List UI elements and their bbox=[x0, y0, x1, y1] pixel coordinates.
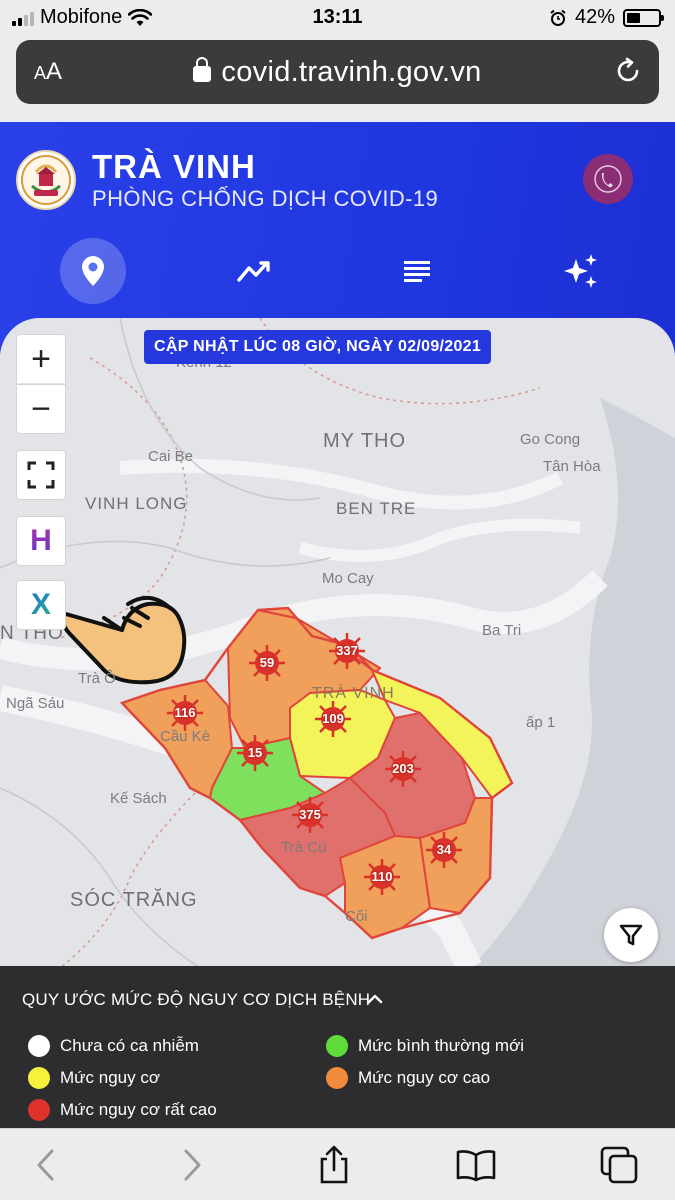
case-marker[interactable]: 337 bbox=[328, 632, 366, 670]
chevron-left-icon bbox=[37, 1149, 54, 1181]
legend-dot-yellow bbox=[28, 1067, 50, 1089]
app-title: TRÀ VINH bbox=[92, 148, 256, 185]
legend-label: Mức nguy cơ rất cao bbox=[60, 1100, 217, 1119]
app-subtitle: PHÒNG CHỐNG DỊCH COVID-19 bbox=[92, 186, 439, 211]
legend-item: Mức nguy cơ cao bbox=[326, 1067, 490, 1089]
place-label: Ba Tri bbox=[482, 622, 522, 639]
place-label: Trà Ô bbox=[78, 670, 116, 687]
chevron-right-icon bbox=[184, 1149, 201, 1181]
h-layer-button[interactable]: H bbox=[16, 516, 66, 566]
back-button[interactable] bbox=[24, 1143, 68, 1187]
trend-chart-icon bbox=[237, 261, 270, 282]
legend-dot-red bbox=[28, 1099, 50, 1121]
tab-news[interactable] bbox=[548, 238, 614, 304]
share-icon bbox=[320, 1145, 348, 1184]
legend-dot-white bbox=[28, 1035, 50, 1057]
address-bar[interactable]: AA covid.travinh.gov.vn bbox=[16, 40, 659, 104]
case-marker[interactable]: 116 bbox=[166, 694, 204, 732]
place-label: ấp 1 bbox=[526, 714, 556, 731]
filter-funnel-icon bbox=[619, 924, 643, 946]
place-label: Ngã Sáu bbox=[6, 695, 65, 712]
place-label: SÓC TRĂNG bbox=[70, 889, 198, 911]
tab-trend[interactable] bbox=[222, 238, 288, 304]
case-marker[interactable]: 109 bbox=[314, 700, 352, 738]
legend-dot-orange bbox=[326, 1067, 348, 1089]
legend-label: Mức bình thường mới bbox=[358, 1036, 524, 1055]
case-marker[interactable]: 375 bbox=[291, 796, 329, 834]
location-pin-icon bbox=[82, 256, 104, 286]
phone-icon bbox=[594, 165, 622, 193]
filter-button[interactable] bbox=[604, 908, 658, 962]
open-book-icon bbox=[456, 1150, 496, 1182]
legend-item: Chưa có ca nhiễm bbox=[28, 1035, 199, 1057]
case-marker[interactable]: 110 bbox=[363, 858, 401, 896]
share-button[interactable] bbox=[312, 1143, 356, 1187]
browser-address-area: AA covid.travinh.gov.vn bbox=[0, 34, 675, 122]
legend-item: Mức nguy cơ bbox=[28, 1067, 160, 1089]
place-label: Kế Sách bbox=[110, 790, 167, 807]
legend-item: Mức nguy cơ rất cao bbox=[28, 1099, 217, 1121]
tabs-button[interactable] bbox=[597, 1143, 641, 1187]
status-bar: Mobifone 13:11 42% bbox=[0, 0, 675, 34]
browser-toolbar bbox=[0, 1128, 675, 1200]
tab-list[interactable] bbox=[384, 238, 450, 304]
legend-title: QUY ƯỚC MỨC ĐỘ NGUY CƠ DỊCH BỆNH bbox=[22, 990, 371, 1009]
url-text: covid.travinh.gov.vn bbox=[221, 56, 482, 88]
status-right: 42% bbox=[549, 6, 664, 29]
tab-map[interactable] bbox=[60, 238, 126, 304]
place-label: BEN TRE bbox=[336, 499, 417, 518]
lock-icon bbox=[193, 57, 212, 82]
alarm-clock-icon bbox=[550, 9, 566, 26]
place-label: Tân Hòa bbox=[543, 458, 601, 475]
legend-dot-green bbox=[326, 1035, 348, 1057]
x-layer-button[interactable]: X bbox=[16, 580, 66, 630]
zoom-in-button[interactable]: + bbox=[16, 334, 66, 384]
fullscreen-button[interactable] bbox=[16, 450, 66, 500]
risk-map[interactable]: Kênh 12 MY THO Go Cong Tân Hòa Cai Be VI… bbox=[0, 318, 675, 968]
legend-label: Mức nguy cơ cao bbox=[358, 1068, 491, 1087]
place-label: Trà Cú bbox=[281, 839, 327, 856]
risk-legend: QUY ƯỚC MỨC ĐỘ NGUY CƠ DỊCH BỆNH Chưa có… bbox=[0, 966, 675, 1128]
place-label: MY THO bbox=[323, 430, 407, 452]
case-marker[interactable]: 59 bbox=[248, 644, 286, 682]
url-display[interactable]: covid.travinh.gov.vn bbox=[16, 56, 659, 89]
fullscreen-icon bbox=[27, 461, 55, 489]
legend-label: Mức nguy cơ bbox=[60, 1068, 160, 1087]
hotline-call-button[interactable] bbox=[583, 154, 633, 204]
chevron-up-icon[interactable] bbox=[366, 990, 384, 1008]
case-marker[interactable]: 34 bbox=[425, 831, 463, 869]
place-label: Cối bbox=[345, 908, 368, 925]
list-lines-icon bbox=[404, 261, 430, 282]
legend-item: Mức bình thường mới bbox=[326, 1035, 524, 1057]
place-label: Cai Be bbox=[148, 448, 194, 465]
main-tabs bbox=[0, 234, 675, 312]
case-marker[interactable]: 203 bbox=[384, 750, 422, 788]
battery-percent: 42% bbox=[574, 6, 615, 28]
place-label: VINH LONG bbox=[85, 494, 188, 513]
legend-label: Chưa có ca nhiễm bbox=[60, 1036, 199, 1055]
bookmarks-button[interactable] bbox=[454, 1143, 498, 1187]
zoom-out-button[interactable]: − bbox=[16, 384, 66, 434]
forward-button[interactable] bbox=[170, 1143, 214, 1187]
case-marker[interactable]: 15 bbox=[236, 734, 274, 772]
sparkle-icon bbox=[564, 254, 597, 288]
reload-icon[interactable] bbox=[613, 56, 643, 86]
battery-icon bbox=[623, 8, 664, 27]
place-label: Go Cong bbox=[520, 431, 581, 448]
battery-level bbox=[627, 12, 640, 23]
tabs-overview-icon bbox=[600, 1146, 638, 1184]
tra-vinh-emblem-logo bbox=[16, 150, 76, 210]
update-time-banner: CẬP NHẬT LÚC 08 GIỜ, NGÀY 02/09/2021 bbox=[144, 330, 492, 364]
place-label: Mo Cay bbox=[322, 570, 374, 587]
